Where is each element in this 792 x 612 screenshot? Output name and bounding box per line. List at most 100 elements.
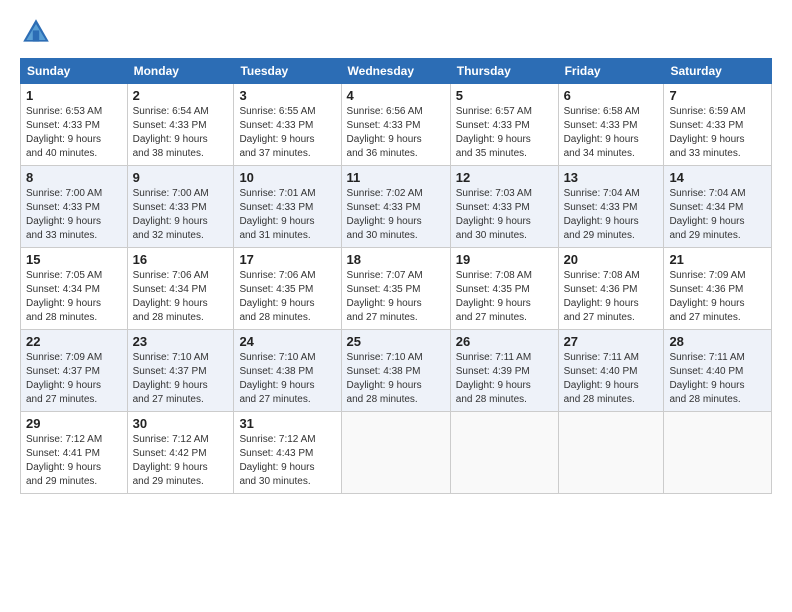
day-number: 22 [26,334,122,349]
calendar-cell: 5 Sunrise: 6:57 AM Sunset: 4:33 PM Daylig… [450,84,558,166]
calendar-cell [450,412,558,494]
day-info: Sunrise: 6:56 AM Sunset: 4:33 PM Dayligh… [347,105,445,161]
day-number: 10 [239,170,335,185]
day-number: 8 [26,170,122,185]
day-info: Sunrise: 7:12 AM Sunset: 4:42 PM Dayligh… [133,433,229,489]
day-number: 28 [669,334,766,349]
calendar-cell: 29 Sunrise: 7:12 AM Sunset: 4:41 PM Dayli… [21,412,128,494]
calendar-week-2: 8 Sunrise: 7:00 AM Sunset: 4:33 PM Daylig… [21,166,772,248]
day-info: Sunrise: 7:05 AM Sunset: 4:34 PM Dayligh… [26,269,122,325]
day-number: 30 [133,416,229,431]
day-info: Sunrise: 6:54 AM Sunset: 4:33 PM Dayligh… [133,105,229,161]
day-info: Sunrise: 6:53 AM Sunset: 4:33 PM Dayligh… [26,105,122,161]
day-number: 27 [564,334,659,349]
day-number: 6 [564,88,659,103]
day-number: 1 [26,88,122,103]
day-number: 5 [456,88,553,103]
calendar-cell: 27 Sunrise: 7:11 AM Sunset: 4:40 PM Dayli… [558,330,664,412]
calendar-cell: 9 Sunrise: 7:00 AM Sunset: 4:33 PM Daylig… [127,166,234,248]
day-number: 15 [26,252,122,267]
calendar-table: SundayMondayTuesdayWednesdayThursdayFrid… [20,58,772,494]
calendar-cell: 8 Sunrise: 7:00 AM Sunset: 4:33 PM Daylig… [21,166,128,248]
day-info: Sunrise: 7:06 AM Sunset: 4:35 PM Dayligh… [239,269,335,325]
day-info: Sunrise: 6:57 AM Sunset: 4:33 PM Dayligh… [456,105,553,161]
calendar-cell: 1 Sunrise: 6:53 AM Sunset: 4:33 PM Daylig… [21,84,128,166]
day-info: Sunrise: 7:11 AM Sunset: 4:39 PM Dayligh… [456,351,553,407]
calendar-cell [341,412,450,494]
day-number: 7 [669,88,766,103]
day-number: 21 [669,252,766,267]
calendar-cell: 13Sunrise: 7:04 AM Sunset: 4:33 PM Dayli… [558,166,664,248]
page: SundayMondayTuesdayWednesdayThursdayFrid… [0,0,792,612]
day-number: 24 [239,334,335,349]
day-info: Sunrise: 7:00 AM Sunset: 4:33 PM Dayligh… [133,187,229,243]
weekday-header-tuesday: Tuesday [234,59,341,84]
calendar-cell: 12 Sunrise: 7:03 AM Sunset: 4:33 PM Dayli… [450,166,558,248]
calendar-cell: 22 Sunrise: 7:09 AM Sunset: 4:37 PM Dayli… [21,330,128,412]
calendar-cell: 20Sunrise: 7:08 AM Sunset: 4:36 PM Dayli… [558,248,664,330]
day-number: 25 [347,334,445,349]
calendar-cell: 23 Sunrise: 7:10 AM Sunset: 4:37 PM Dayli… [127,330,234,412]
calendar-cell: 25Sunrise: 7:10 AM Sunset: 4:38 PM Dayli… [341,330,450,412]
weekday-header-wednesday: Wednesday [341,59,450,84]
calendar-cell: 18 Sunrise: 7:07 AM Sunset: 4:35 PM Dayli… [341,248,450,330]
day-info: Sunrise: 7:09 AM Sunset: 4:37 PM Dayligh… [26,351,122,407]
day-number: 20 [564,252,659,267]
day-number: 3 [239,88,335,103]
day-number: 9 [133,170,229,185]
calendar-cell: 17 Sunrise: 7:06 AM Sunset: 4:35 PM Dayli… [234,248,341,330]
calendar-cell [558,412,664,494]
day-info: Sunrise: 7:10 AM Sunset: 4:37 PM Dayligh… [133,351,229,407]
calendar-cell: 4 Sunrise: 6:56 AM Sunset: 4:33 PM Daylig… [341,84,450,166]
day-info: Sunrise: 7:11 AM Sunset: 4:40 PM Dayligh… [564,351,659,407]
day-info: Sunrise: 7:06 AM Sunset: 4:34 PM Dayligh… [133,269,229,325]
calendar-cell: 31Sunrise: 7:12 AM Sunset: 4:43 PM Dayli… [234,412,341,494]
logo-icon [20,16,52,48]
calendar-cell: 21 Sunrise: 7:09 AM Sunset: 4:36 PM Dayli… [664,248,772,330]
day-info: Sunrise: 7:04 AM Sunset: 4:33 PM Dayligh… [564,187,659,243]
weekday-header-monday: Monday [127,59,234,84]
day-info: Sunrise: 7:09 AM Sunset: 4:36 PM Dayligh… [669,269,766,325]
calendar-week-1: 1 Sunrise: 6:53 AM Sunset: 4:33 PM Daylig… [21,84,772,166]
day-number: 23 [133,334,229,349]
day-number: 11 [347,170,445,185]
day-info: Sunrise: 7:11 AM Sunset: 4:40 PM Dayligh… [669,351,766,407]
day-number: 26 [456,334,553,349]
day-number: 18 [347,252,445,267]
calendar-body: 1 Sunrise: 6:53 AM Sunset: 4:33 PM Daylig… [21,84,772,494]
calendar-week-4: 22 Sunrise: 7:09 AM Sunset: 4:37 PM Dayli… [21,330,772,412]
day-info: Sunrise: 7:10 AM Sunset: 4:38 PM Dayligh… [239,351,335,407]
calendar-cell: 30 Sunrise: 7:12 AM Sunset: 4:42 PM Dayli… [127,412,234,494]
calendar-cell: 28 Sunrise: 7:11 AM Sunset: 4:40 PM Dayli… [664,330,772,412]
day-info: Sunrise: 7:08 AM Sunset: 4:35 PM Dayligh… [456,269,553,325]
day-number: 4 [347,88,445,103]
day-info: Sunrise: 6:59 AM Sunset: 4:33 PM Dayligh… [669,105,766,161]
calendar-cell [664,412,772,494]
day-info: Sunrise: 6:55 AM Sunset: 4:33 PM Dayligh… [239,105,335,161]
calendar-week-3: 15 Sunrise: 7:05 AM Sunset: 4:34 PM Dayli… [21,248,772,330]
calendar-cell: 7 Sunrise: 6:59 AM Sunset: 4:33 PM Daylig… [664,84,772,166]
calendar-cell: 15 Sunrise: 7:05 AM Sunset: 4:34 PM Dayli… [21,248,128,330]
logo [20,16,58,48]
day-info: Sunrise: 7:12 AM Sunset: 4:41 PM Dayligh… [26,433,122,489]
day-info: Sunrise: 7:02 AM Sunset: 4:33 PM Dayligh… [347,187,445,243]
calendar-cell: 2Sunrise: 6:54 AM Sunset: 4:33 PM Daylig… [127,84,234,166]
calendar-cell: 11 Sunrise: 7:02 AM Sunset: 4:33 PM Dayli… [341,166,450,248]
day-info: Sunrise: 7:07 AM Sunset: 4:35 PM Dayligh… [347,269,445,325]
calendar-cell: 19 Sunrise: 7:08 AM Sunset: 4:35 PM Dayli… [450,248,558,330]
day-info: Sunrise: 7:03 AM Sunset: 4:33 PM Dayligh… [456,187,553,243]
weekday-header-friday: Friday [558,59,664,84]
calendar-cell: 6 Sunrise: 6:58 AM Sunset: 4:33 PM Daylig… [558,84,664,166]
calendar-cell: 16Sunrise: 7:06 AM Sunset: 4:34 PM Dayli… [127,248,234,330]
day-number: 12 [456,170,553,185]
calendar-cell: 3 Sunrise: 6:55 AM Sunset: 4:33 PM Daylig… [234,84,341,166]
calendar-cell: 14Sunrise: 7:04 AM Sunset: 4:34 PM Dayli… [664,166,772,248]
day-number: 17 [239,252,335,267]
day-number: 29 [26,416,122,431]
day-info: Sunrise: 7:12 AM Sunset: 4:43 PM Dayligh… [239,433,335,489]
day-info: Sunrise: 7:00 AM Sunset: 4:33 PM Dayligh… [26,187,122,243]
day-number: 19 [456,252,553,267]
weekday-header-saturday: Saturday [664,59,772,84]
weekday-header-thursday: Thursday [450,59,558,84]
day-info: Sunrise: 6:58 AM Sunset: 4:33 PM Dayligh… [564,105,659,161]
